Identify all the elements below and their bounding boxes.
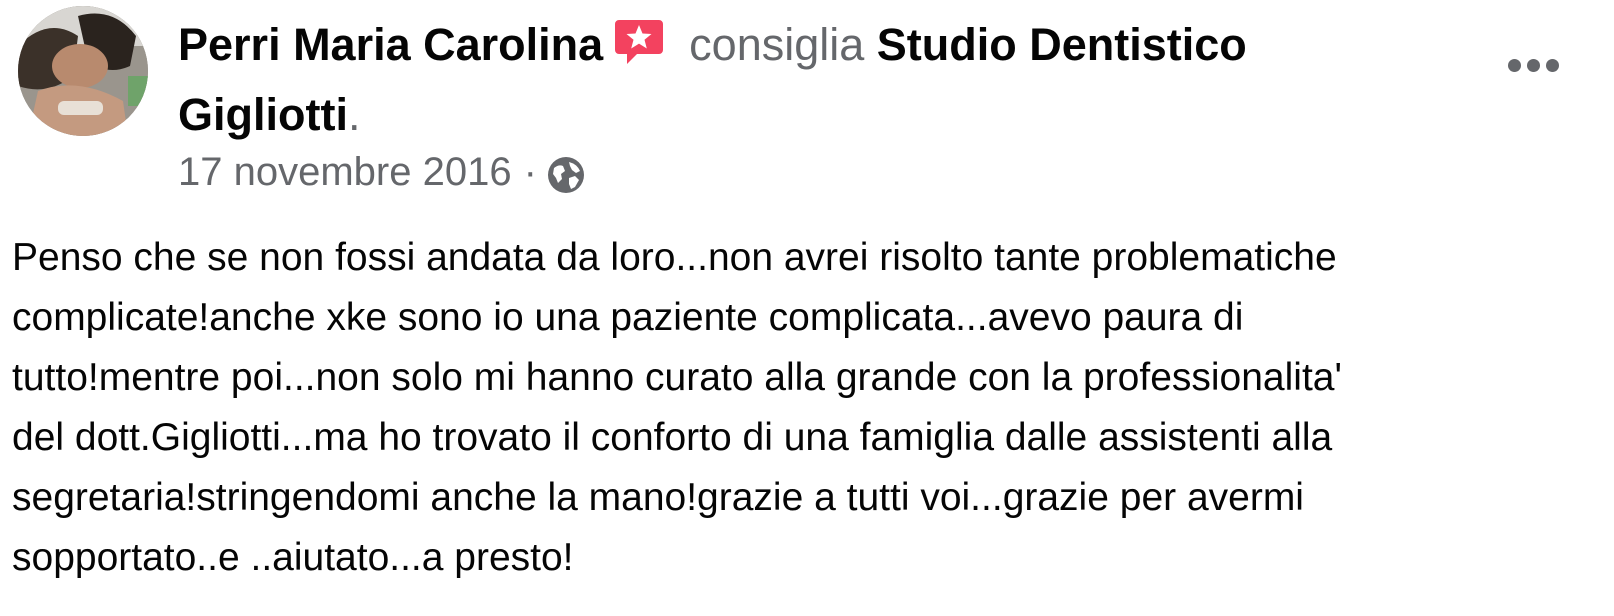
- post-body: Penso che se non fossi andata da loro...…: [12, 228, 1612, 588]
- meta-separator: ·: [523, 150, 537, 194]
- post-text-line: tutto!mentre poi...non solo mi hanno cur…: [12, 356, 1342, 399]
- author-name[interactable]: Perri Maria Carolina: [178, 19, 603, 70]
- post-date[interactable]: 17 novembre 2016: [178, 144, 512, 200]
- author-avatar[interactable]: [18, 6, 148, 136]
- more-options-icon[interactable]: [1506, 52, 1560, 80]
- post-header: Perri Maria Carolina consiglia Studio Den…: [178, 14, 1468, 146]
- post-text-line: sopportato..e ..aiutato...a presto!: [12, 536, 574, 579]
- avatar-photo: [18, 6, 148, 136]
- globe-icon[interactable]: [547, 153, 585, 193]
- recommend-star-icon: [613, 16, 665, 84]
- post-meta: 17 novembre 2016 ·: [178, 144, 585, 200]
- post-text-line: Penso che se non fossi andata da loro...…: [12, 236, 1337, 279]
- post-text-line: complicate!anche xke sono io una pazient…: [12, 296, 1244, 339]
- recommend-verb: consiglia: [689, 19, 865, 70]
- page-name-period: .: [347, 89, 361, 140]
- post-text-line: del dott.Gigliotti...ma ho trovato il co…: [12, 416, 1333, 459]
- post-text-line: segretaria!stringendomi anche la mano!gr…: [12, 476, 1304, 519]
